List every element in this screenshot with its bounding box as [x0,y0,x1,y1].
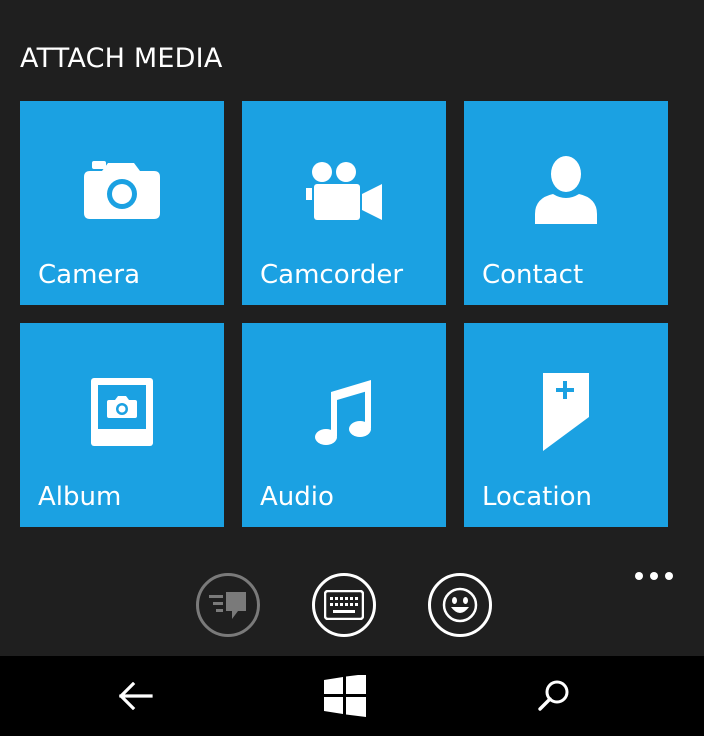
camera-label: Camera [38,260,141,290]
album-icon [20,367,224,457]
camera-tile[interactable]: Camera [20,101,224,305]
system-navbar [0,656,704,736]
page-title: ATTACH MEDIA [20,43,223,74]
quick-reply-icon [209,592,246,619]
emoji-button[interactable] [428,573,492,637]
quick-reply-button[interactable] [196,573,260,637]
audio-label: Audio [260,482,334,512]
back-arrow-icon [119,682,153,710]
search-icon [538,680,569,711]
contact-icon [464,145,668,235]
camcorder-label: Camcorder [260,260,404,290]
album-label: Album [38,482,122,512]
location-tile[interactable]: Location [464,323,668,527]
attach-media-panel: ATTACH MEDIA Camera Camcorder Contact Al… [0,0,704,656]
camera-icon [20,145,224,235]
location-label: Location [482,482,592,512]
start-button[interactable] [305,668,385,724]
emoji-icon [442,587,478,623]
camcorder-icon [242,145,446,235]
camcorder-tile[interactable]: Camcorder [242,101,446,305]
music-note-icon [242,367,446,457]
search-button[interactable] [514,668,594,724]
location-icon [464,367,668,457]
contact-tile[interactable]: Contact [464,101,668,305]
back-button[interactable] [96,668,176,724]
keyboard-button[interactable] [312,573,376,637]
keyboard-icon [324,590,364,620]
more-dots-icon[interactable] [630,566,678,586]
more-dot [665,572,673,580]
album-tile[interactable]: Album [20,323,224,527]
audio-tile[interactable]: Audio [242,323,446,527]
more-dot [650,572,658,580]
more-dot [635,572,643,580]
windows-start-icon [324,675,366,717]
contact-label: Contact [482,260,584,290]
